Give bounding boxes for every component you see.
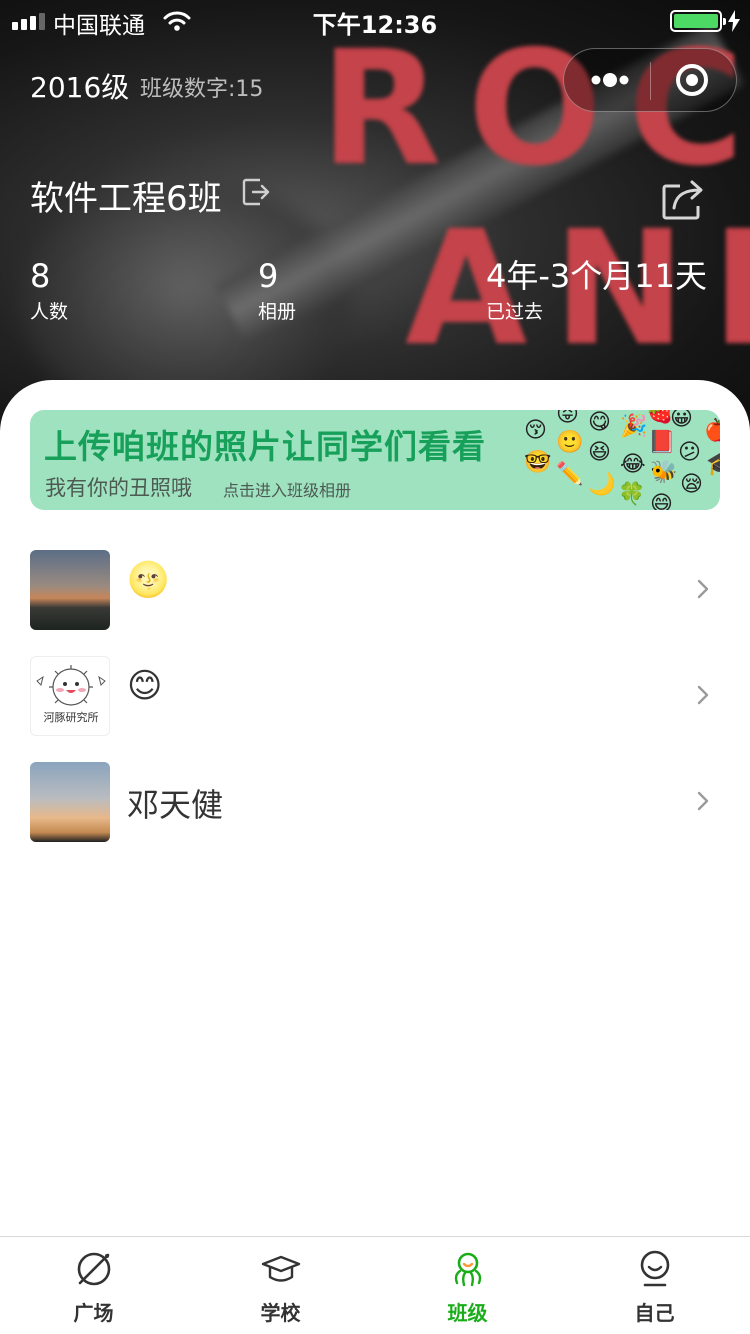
tab-class[interactable]: 班级	[374, 1237, 561, 1334]
tab-me[interactable]: 自己	[561, 1237, 748, 1334]
stat-label: 人数	[30, 301, 69, 323]
member-name: 🌝	[127, 560, 170, 600]
tab-school[interactable]: 学校	[187, 1237, 374, 1334]
tab-plaza[interactable]: 广场	[0, 1237, 187, 1334]
stat-value: 8	[30, 257, 51, 295]
member-list-item[interactable]: 邓天健	[0, 748, 750, 854]
more-dots-icon[interactable]	[584, 49, 650, 111]
avatar-caption: 河豚研究所	[43, 711, 99, 724]
emoji-decoration-icon: 😚 😝 😋 🎉 🍓 😀 🍎 🙂 😆 📕 😕 🤓 ✏️ 😂 🐝 😪 🌙 🍀 😄 🎓	[524, 410, 720, 510]
chevron-right-icon	[697, 579, 709, 599]
stat-value: 4年-3个月11天	[486, 257, 707, 295]
class-name[interactable]: 软件工程6班	[30, 171, 222, 220]
banner-title: 上传咱班的照片让同学们看看	[44, 427, 486, 466]
member-list-item[interactable]: 🌝	[0, 536, 750, 642]
tab-label: 自己	[634, 1301, 675, 1325]
stat-member-count: 8 人数	[30, 256, 68, 326]
member-list-item[interactable]: 河豚研究所 😊	[0, 642, 750, 748]
status-time: 下午12:36	[312, 11, 438, 39]
avatar: 河豚研究所	[30, 656, 110, 736]
stat-label: 相册	[258, 301, 297, 323]
bottom-tab-bar: 广场 学校 班级 自己	[0, 1236, 750, 1334]
class-grade: 2016级	[30, 71, 130, 104]
close-target-icon[interactable]	[662, 49, 728, 111]
stat-album-count[interactable]: 9 相册	[258, 256, 296, 326]
chevron-right-icon	[697, 791, 709, 811]
tab-label: 广场	[73, 1301, 114, 1325]
status-bar: 中国联通 下午12:36	[0, 0, 750, 40]
upload-photos-banner[interactable]: 上传咱班的照片让同学们看看 我有你的丑照哦 点击进入班级相册 😚 😝 😋 🎉 🍓…	[30, 410, 720, 510]
member-name: 😊	[127, 666, 163, 706]
tab-label: 班级	[447, 1301, 488, 1325]
stat-elapsed-time: 4年-3个月11天 已过去	[486, 256, 707, 326]
capsule-divider	[650, 62, 651, 100]
chevron-right-icon	[697, 685, 709, 705]
member-name: 邓天健	[127, 786, 224, 824]
stat-label: 已过去	[486, 301, 544, 323]
stat-value: 9	[258, 257, 279, 295]
graduation-cap-icon	[261, 1255, 301, 1282]
planet-icon	[77, 1252, 111, 1286]
switch-class-icon[interactable]	[240, 176, 272, 208]
banner-subtitle: 我有你的丑照哦	[45, 476, 192, 500]
class-group-icon	[454, 1252, 482, 1287]
banner-hint: 点击进入班级相册	[223, 481, 352, 500]
avatar	[30, 762, 110, 842]
person-smile-icon	[640, 1250, 670, 1287]
battery-icon	[670, 10, 726, 32]
avatar	[30, 550, 110, 630]
charging-bolt-icon	[728, 10, 740, 32]
mini-program-capsule	[563, 48, 737, 112]
content-panel: 上传咱班的照片让同学们看看 我有你的丑照哦 点击进入班级相册 😚 😝 😋 🎉 🍓…	[0, 380, 750, 1240]
class-number: 班级数字:15	[140, 77, 264, 102]
tab-label: 学校	[260, 1301, 301, 1325]
share-icon[interactable]	[660, 178, 706, 222]
